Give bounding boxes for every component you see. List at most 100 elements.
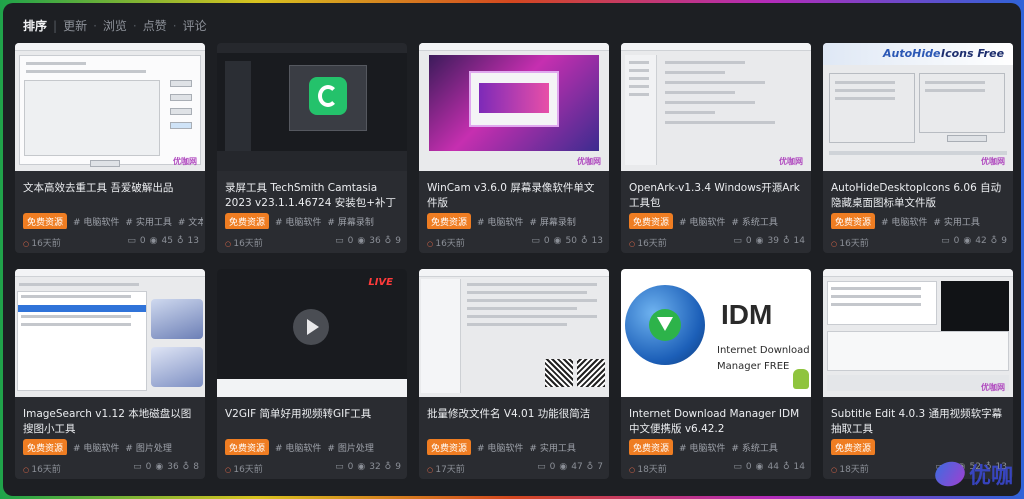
tag-free[interactable]: 免费资源 [23,213,68,229]
tag-free[interactable]: 免费资源 [23,439,68,455]
post-title[interactable]: WinCam v3.6.0 屏幕录像软件单文件版 [427,181,603,211]
post-tags: 免费资源 # 电脑软件 # 图片处理 [225,439,405,455]
tag[interactable]: # 实用工具 [125,215,171,228]
comment-icon: ▭ [335,462,344,472]
tag[interactable]: # 电脑软件 [679,215,725,228]
tag[interactable]: # 图片处理 [125,441,171,454]
view-count: 42 [975,236,987,246]
post-meta: 16天前 ▭0 ◉36 ♁9 [225,236,401,249]
post-thumbnail[interactable]: 优咖网 [823,269,1013,397]
comment-icon: ▭ [335,236,344,246]
post-card[interactable]: 批量修改文件名 V4.01 功能很简洁 免费资源 # 电脑软件 # 实用工具 1… [419,269,609,479]
tag[interactable]: # 电脑软件 [275,441,321,454]
post-title[interactable]: Subtitle Edit 4.0.3 通用视频软字幕抽取工具 [831,407,1007,437]
post-title[interactable]: AutoHideDesktopIcons 6.06 自动隐藏桌面图标单文件版 [831,181,1007,211]
post-thumbnail[interactable] [419,269,609,397]
play-icon [307,319,319,335]
tag[interactable]: # 电脑软件 [73,441,119,454]
like-icon: ♁ [782,462,790,472]
tag[interactable]: # 电脑软件 [881,215,927,228]
tag-free[interactable]: 免费资源 [629,213,674,229]
tag-free[interactable]: 免费资源 [831,439,876,455]
view-icon: ◉ [155,462,164,472]
post-thumbnail[interactable] [15,269,205,397]
post-time: 16天前 [831,236,868,249]
post-thumbnail[interactable]: LIVE [217,269,407,397]
sort-label: 排序 [23,19,48,33]
post-thumbnail[interactable]: 优咖网 [419,43,609,171]
idm-product-line2: Manager FREE [717,361,790,372]
post-card[interactable]: AutoHide Icons Free 优咖网 AutoHideDesktopI… [823,43,1013,253]
post-meta: 16天前 ▭0 ◉32 ♁9 [225,462,401,475]
sort-by-update[interactable]: 更新 [63,17,87,34]
comment-icon: ▭ [733,462,742,472]
tag[interactable]: # 屏幕录制 [529,215,575,228]
post-meta: 16天前 ▭0 ◉36 ♁8 [23,462,199,475]
view-count: 47 [571,462,583,472]
post-tags: 免费资源 [831,439,1011,455]
tag[interactable]: # 文本 [178,215,203,228]
tag[interactable]: # 电脑软件 [477,215,523,228]
post-thumbnail[interactable] [217,43,407,171]
view-count: 45 [161,236,173,246]
post-title[interactable]: 批量修改文件名 V4.01 功能很简洁 [427,407,603,422]
view-icon: ◉ [357,236,366,246]
post-tags: 免费资源 # 电脑软件 # 屏幕录制 [225,213,405,229]
tag[interactable]: # 实用工具 [933,215,979,228]
post-meta: 16天前 ▭0 ◉45 ♁13 [23,236,199,249]
comment-count: 0 [549,462,556,472]
post-thumbnail[interactable]: IDM Internet Download Manager FREE [621,269,811,397]
post-tags: 免费资源 # 电脑软件 # 屏幕录制 [427,213,607,229]
comment-count: 0 [139,236,146,246]
tag-free[interactable]: 免费资源 [225,439,270,455]
post-thumbnail[interactable]: 优咖网 [15,43,205,171]
post-card[interactable]: 优咖网 文本高效去重工具 吾爱破解出品 免费资源 # 电脑软件 # 实用工具 #… [15,43,205,253]
tag[interactable]: # 电脑软件 [679,441,725,454]
post-meta: 17天前 ▭0 ◉47 ♁7 [427,462,603,475]
comment-count: 0 [543,236,550,246]
post-card[interactable]: 优咖网 Subtitle Edit 4.0.3 通用视频软字幕抽取工具 免费资源… [823,269,1013,479]
post-card[interactable]: 优咖网 WinCam v3.6.0 屏幕录像软件单文件版 免费资源 # 电脑软件… [419,43,609,253]
comment-count: 0 [347,236,354,246]
tag-free[interactable]: 免费资源 [225,213,270,229]
autohide-banner: AutoHide [883,47,941,60]
tag-free[interactable]: 免费资源 [629,439,674,455]
post-thumbnail[interactable]: AutoHide Icons Free 优咖网 [823,43,1013,171]
tag[interactable]: # 系统工具 [731,215,777,228]
post-title[interactable]: V2GIF 简单好用视频转GIF工具 [225,407,401,422]
view-icon: ◉ [755,236,764,246]
view-icon: ◉ [553,236,562,246]
tag-free[interactable]: 免费资源 [831,213,876,229]
post-title[interactable]: ImageSearch v1.12 本地磁盘以图搜图小工具 [23,407,199,437]
post-tags: 免费资源 # 电脑软件 # 实用工具 [831,213,1011,229]
idm-logo-text: IDM [721,299,773,330]
post-title[interactable]: OpenArk-v1.3.4 Windows开源Ark工具包 [629,181,805,211]
post-card[interactable]: IDM Internet Download Manager FREE Inter… [621,269,811,479]
view-icon: ◉ [149,236,158,246]
tag[interactable]: # 图片处理 [327,441,373,454]
post-card[interactable]: 优咖网 OpenArk-v1.3.4 Windows开源Ark工具包 免费资源 … [621,43,811,253]
tag[interactable]: # 电脑软件 [275,215,321,228]
sort-by-views[interactable]: 浏览 [103,17,127,34]
tag-free[interactable]: 免费资源 [427,213,472,229]
tag[interactable]: # 系统工具 [731,441,777,454]
post-time: 18天前 [831,462,868,475]
post-card[interactable]: ImageSearch v1.12 本地磁盘以图搜图小工具 免费资源 # 电脑软… [15,269,205,479]
post-grid: 优咖网 文本高效去重工具 吾爱破解出品 免费资源 # 电脑软件 # 实用工具 #… [15,43,1013,479]
tag[interactable]: # 电脑软件 [477,441,523,454]
autohide-banner-2: Icons Free [941,47,1005,60]
view-count: 50 [565,236,577,246]
tag[interactable]: # 实用工具 [529,441,575,454]
post-card[interactable]: LIVE V2GIF 简单好用视频转GIF工具 免费资源 # 电脑软件 # 图片… [217,269,407,479]
post-title[interactable]: 录屏工具 TechSmith Camtasia 2023 v23.1.1.467… [225,181,401,211]
post-title[interactable]: 文本高效去重工具 吾爱破解出品 [23,181,199,196]
tag-free[interactable]: 免费资源 [427,439,472,455]
tag[interactable]: # 电脑软件 [73,215,119,228]
sort-by-comments[interactable]: 评论 [183,17,207,34]
post-thumbnail[interactable]: 优咖网 [621,43,811,171]
sort-by-likes[interactable]: 点赞 [143,17,167,34]
comment-count: 0 [745,462,752,472]
post-title[interactable]: Internet Download Manager IDM 中文便携版 v6.4… [629,407,805,437]
post-card[interactable]: 录屏工具 TechSmith Camtasia 2023 v23.1.1.467… [217,43,407,253]
tag[interactable]: # 屏幕录制 [327,215,373,228]
